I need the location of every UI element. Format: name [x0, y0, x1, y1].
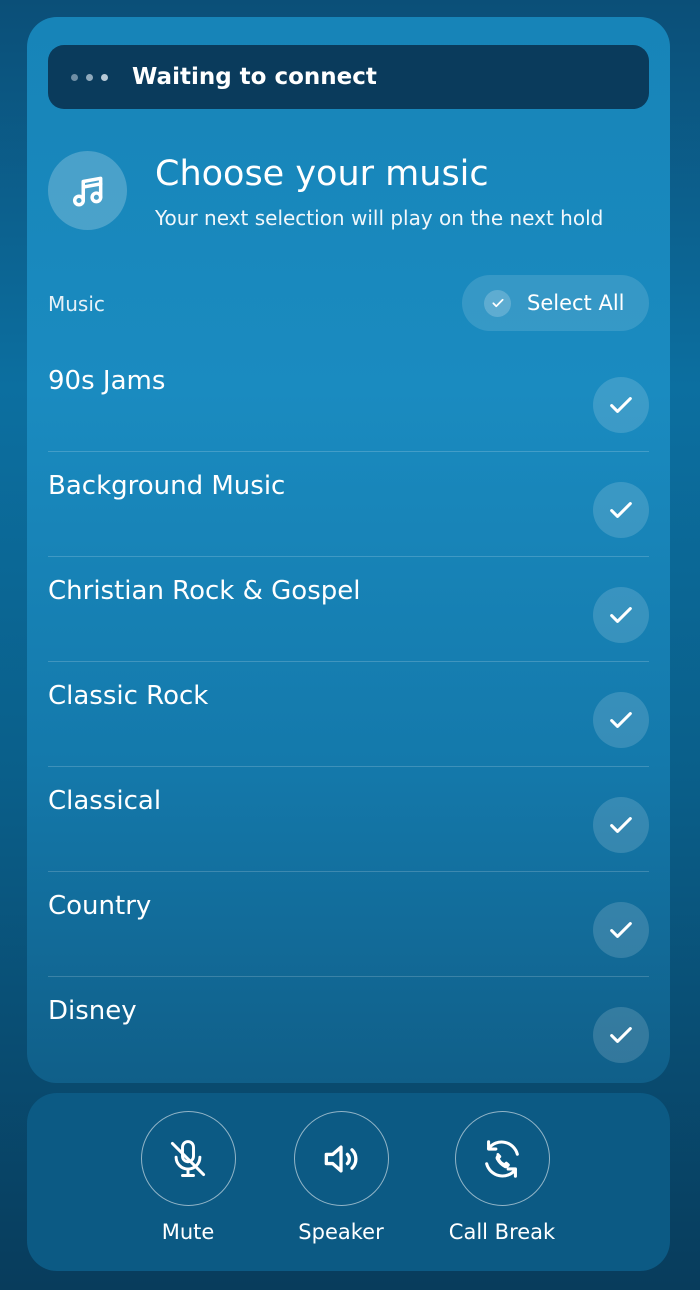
page-subtitle: Your next selection will play on the nex…: [155, 206, 604, 230]
section-label: Music: [48, 292, 105, 316]
music-note-icon: [48, 151, 127, 230]
list-item[interactable]: Disney: [48, 977, 649, 1081]
list-item-label: Classic Rock: [48, 681, 209, 711]
list-item[interactable]: Classic Rock: [48, 662, 649, 767]
loading-dots-icon: [71, 73, 108, 81]
checkmark-icon[interactable]: [593, 797, 649, 853]
call-break-button[interactable]: [454, 1111, 550, 1206]
music-list: 90s Jams Background Music Christian Rock…: [48, 347, 649, 1081]
list-item-label: Background Music: [48, 471, 286, 501]
checkmark-icon[interactable]: [593, 1007, 649, 1063]
music-selection-card: Waiting to connect Choose your music You…: [27, 17, 670, 1083]
checkmark-icon: [484, 289, 511, 317]
checkmark-icon[interactable]: [593, 482, 649, 538]
checkmark-icon[interactable]: [593, 377, 649, 433]
mic-off-icon: [170, 1139, 206, 1177]
select-all-label: Select All: [527, 291, 625, 315]
checkmark-icon[interactable]: [593, 587, 649, 643]
speaker-button[interactable]: [293, 1111, 389, 1206]
list-item[interactable]: Christian Rock & Gospel: [48, 557, 649, 662]
speaker-icon: [324, 1144, 358, 1173]
speaker-label: Speaker: [298, 1220, 384, 1244]
list-item[interactable]: Country: [48, 872, 649, 977]
checkmark-icon[interactable]: [593, 902, 649, 958]
mute-control: Mute: [123, 1111, 253, 1244]
checkmark-icon[interactable]: [593, 692, 649, 748]
list-item[interactable]: Background Music: [48, 452, 649, 557]
call-break-label: Call Break: [448, 1220, 556, 1244]
mute-button[interactable]: [140, 1111, 236, 1206]
list-item-label: Classical: [48, 786, 162, 816]
call-controls-panel: Mute Speaker Call Break: [27, 1093, 670, 1271]
select-all-button[interactable]: Select All: [462, 275, 649, 331]
list-item-label: Christian Rock & Gospel: [48, 576, 361, 606]
page-title: Choose your music: [155, 154, 489, 194]
speaker-control: Speaker: [276, 1111, 406, 1244]
music-section-header: Music Select All: [48, 275, 649, 333]
list-item[interactable]: Classical: [48, 767, 649, 872]
list-item-label: 90s Jams: [48, 366, 166, 396]
connection-status-bar: Waiting to connect: [48, 45, 649, 109]
connection-status-text: Waiting to connect: [132, 64, 377, 90]
call-break-control: Call Break: [437, 1111, 567, 1244]
music-header: Choose your music Your next selection wi…: [48, 151, 649, 235]
list-item-label: Disney: [48, 996, 137, 1026]
list-item[interactable]: 90s Jams: [48, 347, 649, 452]
list-item-label: Country: [48, 891, 152, 921]
call-break-icon: [485, 1139, 519, 1178]
mute-label: Mute: [161, 1220, 215, 1244]
